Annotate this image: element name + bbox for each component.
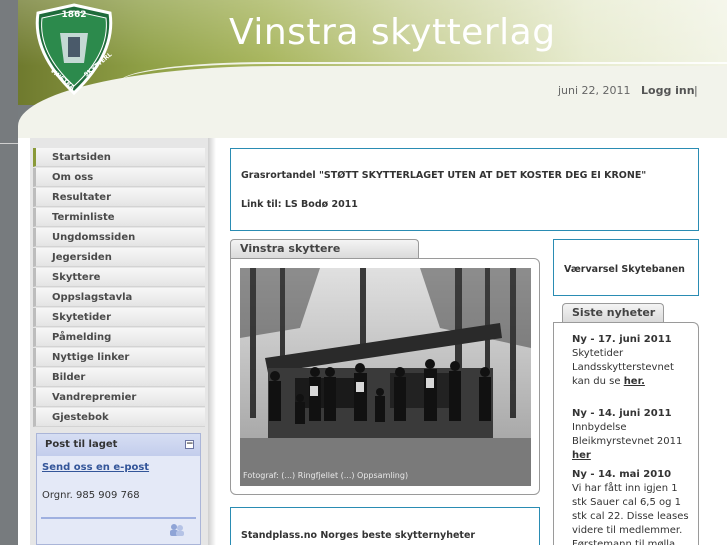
news-panel: Ny - 17. juni 2011 Skytetider Landsskytt… [553, 322, 699, 545]
news-item-title: Ny - 14. mai 2010 [572, 469, 672, 480]
contacts-icon[interactable] [169, 523, 185, 537]
nav-item-resultater[interactable]: Resultater [33, 188, 205, 207]
news-item: Ny - 14. mai 2010 Vi har fått inn igjen … [572, 468, 692, 545]
header-sweep-highlight [120, 62, 727, 82]
collapse-icon[interactable]: − [185, 440, 194, 449]
photo-caption: Fotograf: (...) Ringfjellet (...) Oppsam… [243, 471, 409, 480]
nav-item-gjestebok[interactable]: Gjestebok [33, 408, 205, 427]
news-item-title: Ny - 14. juni 2011 [572, 408, 672, 419]
nav-item-vandrepremier[interactable]: Vandrepremier [33, 388, 205, 407]
weather-label[interactable]: Værvarsel Skytebanen [564, 264, 685, 275]
announcement-box: Grasrortandel "STØTT SKYTTERLAGET UTEN A… [230, 148, 699, 231]
svg-text:1862: 1862 [61, 10, 86, 20]
left-edge [0, 0, 18, 545]
news-item-link[interactable]: her [572, 450, 591, 461]
main-navigation: Startsiden Om oss Resultater Terminliste… [33, 148, 205, 428]
post-box-title: Post til laget [45, 439, 118, 450]
nav-item-jegersiden[interactable]: Jegersiden [33, 248, 205, 267]
left-column-shadow [208, 138, 216, 545]
nav-item-bilder[interactable]: Bilder [33, 368, 205, 387]
post-box: Post til laget − Send oss en e-post Orgn… [36, 433, 201, 545]
news-item-body: Vi har fått inn igjen 1 stk Sauer cal 6,… [572, 483, 689, 545]
login-separator: | [694, 84, 698, 97]
left-edge-divider [0, 143, 18, 144]
nav-item-oppslagstavla[interactable]: Oppslagstavla [33, 288, 205, 307]
standplass-text: Standplass.no Norges beste skytternyhete… [241, 530, 476, 541]
tab-siste-nyheter[interactable]: Siste nyheter [562, 303, 664, 322]
news-item-link[interactable]: her. [624, 376, 645, 387]
nav-item-ungdomssiden[interactable]: Ungdomssiden [33, 228, 205, 247]
current-date: juni 22, 2011 [558, 84, 631, 97]
nav-item-om-oss[interactable]: Om oss [33, 168, 205, 187]
standplass-box: Standplass.no Norges beste skytternyhete… [230, 507, 540, 545]
send-email-link[interactable]: Send oss en e-post [42, 462, 149, 473]
historic-photo[interactable]: Fotograf: (...) Ringfjellet (...) Oppsam… [240, 268, 531, 486]
announcement-text: Grasrortandel "STØTT SKYTTERLAGET UTEN A… [241, 170, 647, 181]
post-box-header: Post til laget − [37, 434, 200, 456]
club-logo[interactable]: 1862 VINSTRA SKYTTERL [30, 3, 118, 96]
photo-panel: Fotograf: (...) Ringfjellet (...) Oppsam… [230, 258, 540, 495]
site-title: Vinstra skytterlag [229, 12, 556, 53]
nav-item-startsiden[interactable]: Startsiden [33, 148, 205, 167]
org-number: Orgnr. 985 909 768 [42, 490, 140, 501]
weather-box[interactable]: Værvarsel Skytebanen [553, 239, 699, 296]
nav-item-pamelding[interactable]: Påmelding [33, 328, 205, 347]
announcement-link[interactable]: Link til: LS Bodø 2011 [241, 199, 358, 210]
news-item: Ny - 14. juni 2011 Innbydelse Bleikmyrst… [572, 407, 692, 463]
tab-vinstra-skyttere[interactable]: Vinstra skyttere [230, 239, 419, 258]
news-item-body: Innbydelse Bleikmyrstevnet 2011 [572, 422, 683, 447]
nav-item-terminliste[interactable]: Terminliste [33, 208, 205, 227]
nav-item-skyttere[interactable]: Skyttere [33, 268, 205, 287]
news-item-title: Ny - 17. juni 2011 [572, 334, 672, 345]
nav-item-skytetider[interactable]: Skytetider [33, 308, 205, 327]
post-box-divider [41, 517, 196, 519]
login-link[interactable]: Logg inn [641, 84, 695, 97]
news-item: Ny - 17. juni 2011 Skytetider Landsskytt… [572, 333, 692, 389]
nav-item-nyttige-linker[interactable]: Nyttige linker [33, 348, 205, 367]
